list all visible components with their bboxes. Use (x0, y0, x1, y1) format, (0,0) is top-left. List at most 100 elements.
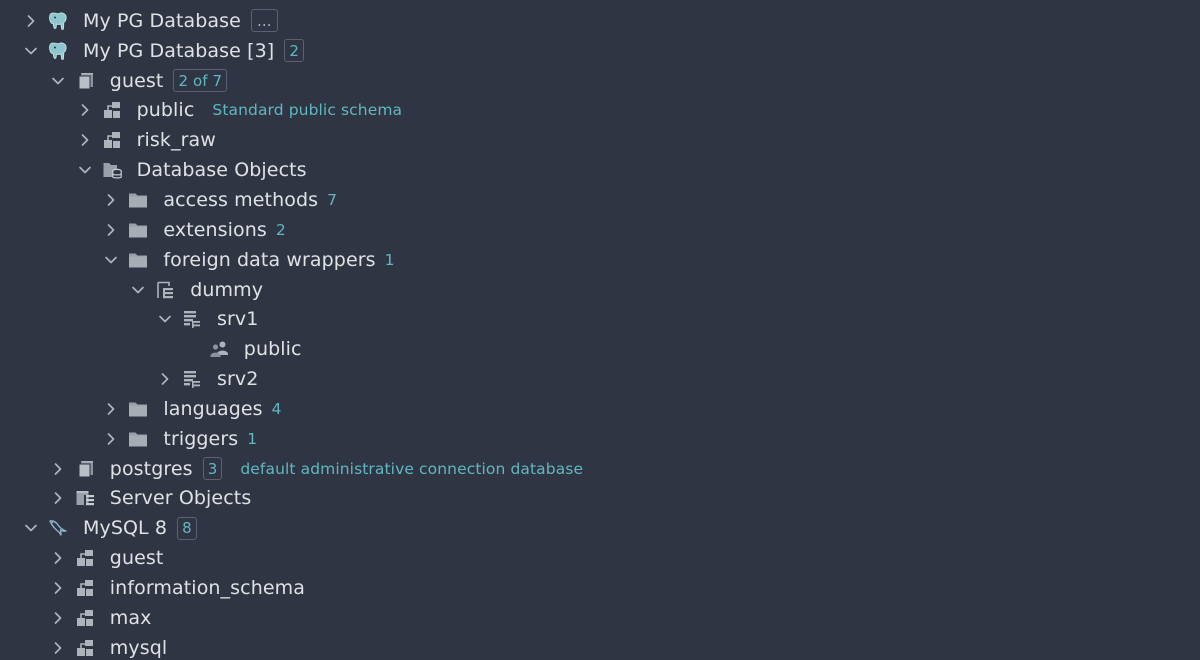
database-icon (72, 66, 98, 96)
chevron-right-icon[interactable] (47, 484, 69, 514)
tree-node-name: triggers (163, 427, 239, 450)
tree-row[interactable]: mysql (0, 633, 1200, 660)
tree-node-name: extensions (163, 218, 267, 241)
tree-node-label-wrap: mysql (110, 633, 168, 660)
server-icon (179, 304, 205, 334)
tree-node-name: foreign data wrappers (163, 248, 376, 271)
tree-node-label-wrap: srv2 (217, 364, 258, 394)
chevron-down-icon[interactable] (100, 245, 122, 275)
tree-node-name: mysql (109, 636, 168, 659)
chevron-right-icon[interactable] (47, 633, 69, 660)
tree-node-label-wrap: public Standard public schema (137, 96, 403, 126)
child-count: 4 (271, 399, 282, 418)
server-objects-icon (72, 484, 98, 514)
tree-node-name: guest (109, 547, 164, 570)
count-badge[interactable]: 2 of 7 (173, 69, 228, 93)
node-comment: Standard public schema (212, 101, 403, 120)
chevron-down-icon[interactable] (154, 304, 176, 334)
tree-node-name: srv1 (217, 308, 259, 331)
chevron-down-icon[interactable] (20, 513, 42, 543)
tree-row[interactable]: max (0, 603, 1200, 633)
folder-icon (125, 245, 151, 275)
tree-node-label-wrap: public (244, 334, 302, 364)
tree-row[interactable]: dummy (0, 275, 1200, 305)
chevron-down-icon[interactable] (20, 36, 42, 66)
tree-node-name: dummy (190, 278, 264, 301)
tree-node-label-wrap: guest (110, 543, 164, 573)
tree-row[interactable]: risk_raw (0, 125, 1200, 155)
tree-row[interactable]: access methods 7 (0, 185, 1200, 215)
more-badge[interactable]: ... (250, 9, 278, 33)
tree-node-name: max (109, 606, 152, 629)
tree-row[interactable]: extensions 2 (0, 215, 1200, 245)
chevron-right-icon[interactable] (74, 125, 96, 155)
count-badge[interactable]: 3 (202, 457, 223, 481)
tree-node-name: risk_raw (136, 129, 216, 152)
chevron-right-icon[interactable] (47, 543, 69, 573)
mysql-dolphin-icon (45, 513, 71, 543)
schema-icon (72, 633, 98, 660)
tree-node-name: Server Objects (109, 487, 252, 510)
tree-node-label-wrap: Server Objects (110, 484, 252, 514)
postgres-elephant-icon (45, 36, 71, 66)
chevron-right-icon[interactable] (100, 424, 122, 454)
tree-node-label-wrap: MySQL 8 8 (83, 513, 197, 543)
chevron-down-icon[interactable] (127, 275, 149, 305)
chevron-right-icon[interactable] (47, 454, 69, 484)
database-explorer-tree: My PG Database... My PG Database [3] 2 gues… (0, 0, 1200, 660)
child-count: 1 (247, 429, 258, 448)
tree-node-label-wrap: guest 2 of 7 (110, 66, 228, 96)
tree-row[interactable]: public (0, 334, 1200, 364)
folder-icon (125, 394, 151, 424)
tree-row[interactable]: information_schema (0, 573, 1200, 603)
chevron-right-icon[interactable] (47, 573, 69, 603)
tree-node-label-wrap: srv1 (217, 304, 258, 334)
chevron-down-icon[interactable] (47, 66, 69, 96)
tree-row[interactable]: Database Objects (0, 155, 1200, 185)
tree-row[interactable]: Server Objects (0, 484, 1200, 514)
tree-row[interactable]: foreign data wrappers 1 (0, 245, 1200, 275)
schema-icon (72, 543, 98, 573)
node-comment: default administrative connection databa… (240, 459, 584, 478)
tree-row[interactable]: postgres 3 default administrative connecti… (0, 454, 1200, 484)
chevron-right-icon[interactable] (100, 394, 122, 424)
tree-node-name: postgres (109, 457, 193, 480)
tree-node-name: access methods (163, 188, 319, 211)
schema-icon (99, 125, 125, 155)
chevron-right-icon[interactable] (100, 185, 122, 215)
tree-node-name: My PG Database [3] (83, 39, 275, 62)
tree-node-name: information_schema (109, 576, 305, 599)
tree-node-label-wrap: triggers 1 (163, 424, 257, 454)
tree-row[interactable]: My PG Database [3] 2 (0, 36, 1200, 66)
chevron-right-icon[interactable] (154, 364, 176, 394)
tree-node-name: srv2 (217, 368, 259, 391)
tree-row[interactable]: languages 4 (0, 394, 1200, 424)
chevron-right-icon[interactable] (20, 6, 42, 36)
tree-node-label-wrap: max (110, 603, 152, 633)
child-count: 2 (275, 220, 286, 239)
tree-row[interactable]: guest (0, 543, 1200, 573)
count-badge[interactable]: 8 (177, 516, 197, 540)
folder-icon (125, 424, 151, 454)
tree-node-name: My PG Database (83, 9, 241, 32)
tree-node-label-wrap: Database Objects (137, 155, 307, 185)
count-badge[interactable]: 2 (284, 39, 304, 63)
tree-node-label-wrap: postgres 3 default administrative connecti… (110, 454, 583, 484)
schema-icon (99, 96, 125, 126)
chevron-right-icon[interactable] (100, 215, 122, 245)
database-icon (72, 454, 98, 484)
chevron-right-icon[interactable] (74, 96, 96, 126)
tree-node-name: languages (163, 397, 263, 420)
tree-row[interactable]: triggers 1 (0, 424, 1200, 454)
chevron-down-icon[interactable] (74, 155, 96, 185)
schema-icon (72, 603, 98, 633)
chevron-right-icon[interactable] (47, 603, 69, 633)
tree-row[interactable]: public Standard public schema (0, 96, 1200, 126)
postgres-elephant-icon (45, 6, 71, 36)
tree-row[interactable]: guest 2 of 7 (0, 66, 1200, 96)
child-count: 7 (327, 190, 338, 209)
tree-row[interactable]: srv1 (0, 304, 1200, 334)
tree-row[interactable]: MySQL 8 8 (0, 513, 1200, 543)
tree-row[interactable]: srv2 (0, 364, 1200, 394)
tree-row[interactable]: My PG Database... (0, 6, 1200, 36)
